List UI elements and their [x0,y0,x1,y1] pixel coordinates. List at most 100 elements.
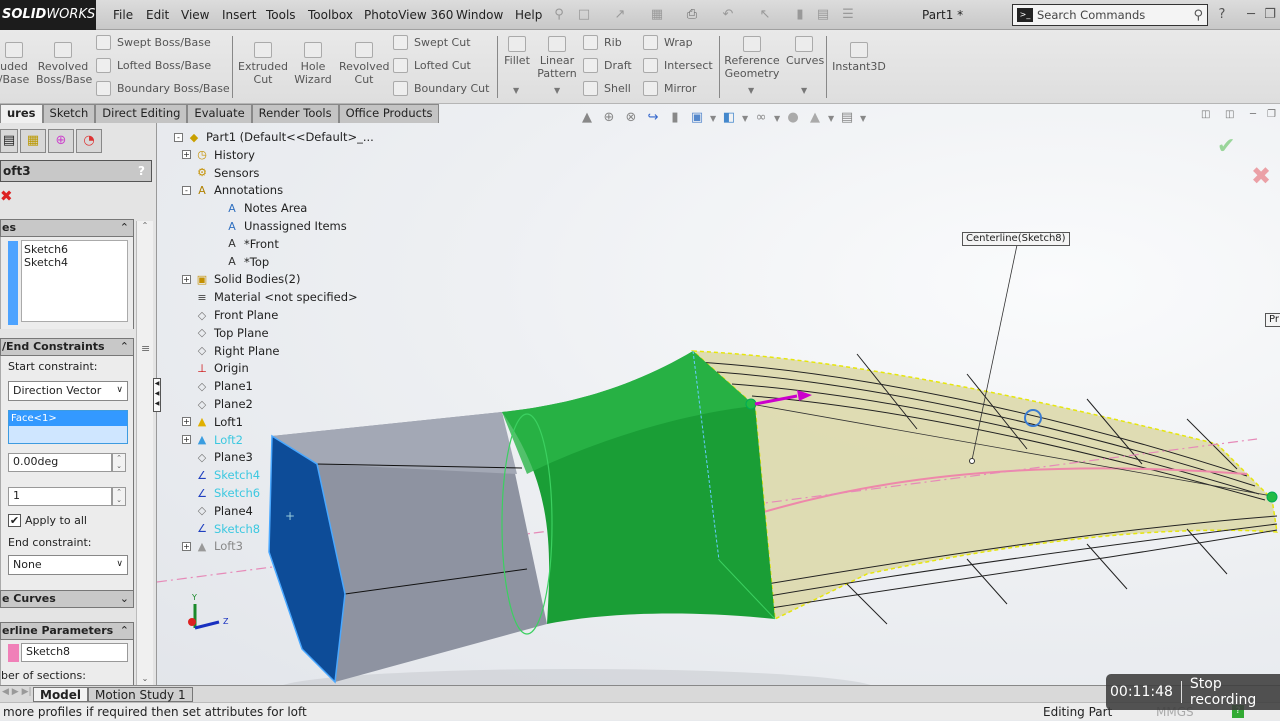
tree-node[interactable]: + ▲ Loft3 [182,537,243,555]
lofted-cut-button[interactable]: Lofted Cut [393,56,471,74]
scroll-up-icon[interactable]: ⌃ [137,221,153,230]
swept-boss-button[interactable]: Swept Boss/Base [96,33,211,51]
expand-icon[interactable]: ⌄ [120,591,129,607]
dropdown-caret[interactable]: ▼ [774,114,780,123]
tree-node[interactable]: - A Annotations [182,181,283,199]
menu-file[interactable]: File [113,0,133,30]
draft-button[interactable]: Draft [583,56,632,74]
split-view-icon[interactable]: ◫ [1201,109,1210,120]
face-selection-box[interactable]: Face<1> [8,410,128,444]
tab-office-products[interactable]: Office Products [338,104,440,123]
collapse-icon[interactable]: ⌃ [120,623,129,639]
search-icon[interactable]: ⚲ [1193,8,1203,23]
rebuild-icon[interactable]: ▮ [792,6,808,23]
end-handle[interactable] [1266,491,1278,503]
tab-motion-study[interactable]: Motion Study 1 [88,687,193,702]
cancel-icon[interactable]: ✖ [0,187,13,205]
section-view-icon[interactable]: ▮ [666,110,684,126]
profile-item[interactable]: Sketch6 [24,243,125,256]
tree-node[interactable]: A *Front [212,235,279,253]
selected-face[interactable]: Face<1> [9,411,127,426]
expand-icon[interactable]: + [182,274,191,284]
draft-angle-input[interactable]: 0.00deg [8,453,112,472]
tree-node[interactable]: A Unassigned Items [212,217,347,235]
extruded-boss-button[interactable]: uded /Base [0,42,34,86]
centerline-group-header[interactable]: erline Parameters ⌃ [0,622,134,640]
mirror-button[interactable]: Mirror [643,79,696,97]
view-restore-icon[interactable]: ❐ [1267,109,1276,120]
tree-node[interactable]: + ▲ Loft1 [182,413,243,431]
tree-node[interactable]: ◇ Right Plane [182,342,280,360]
menu-help[interactable]: Help [515,0,542,30]
expand-icon[interactable]: + [182,417,191,427]
hole-wizard-button[interactable]: Hole Wizard [292,42,334,86]
angle-spinner[interactable]: ⌃ ⌄ [112,453,126,472]
tab-scroll-arrows[interactable]: ◀ ▶ ▶| [2,687,32,697]
tab-direct-editing[interactable]: Direct Editing [95,104,188,123]
graphics-area[interactable]: + Y Z Centerline(Sketch8) Pr ✔ ✖ ◫ ◫ ─ ❐ [157,104,1280,704]
extruded-cut-button[interactable]: Extruded Cut [238,42,288,86]
profile-item[interactable]: Sketch4 [24,256,125,269]
file-properties-icon[interactable]: ▤ [815,6,831,23]
tree-node[interactable]: A *Top [212,253,269,271]
revolved-boss-button[interactable]: Revolved Boss/Base [36,42,92,86]
menu-tools[interactable]: Tools [266,0,296,30]
restore-icon[interactable]: ❐ [1262,6,1278,23]
model-view[interactable]: + Y Z [157,104,1280,704]
reference-geometry-dropdown[interactable]: ▼ [748,86,754,95]
tree-node[interactable]: ⚙ Sensors [182,164,259,182]
zoom-to-fit-icon[interactable]: ⊕ [600,110,618,126]
dropdown-caret[interactable]: ▼ [828,114,834,123]
boundary-cut-button[interactable]: Boundary Cut [393,79,489,97]
tree-node[interactable]: - ◆ Part1 (Default<<Default>_... [174,128,374,146]
expand-icon[interactable]: + [182,150,191,160]
shell-button[interactable]: Shell [583,79,631,97]
menu-edit[interactable]: Edit [146,0,169,30]
tree-node[interactable]: ◇ Plane4 [182,502,253,520]
hide-show-icon[interactable]: ∞ [752,110,770,126]
cancel-x-icon[interactable]: ✖ [1251,162,1271,190]
view-orientation-icon[interactable]: ▣ [688,110,706,126]
search-commands[interactable]: >_ Search Commands ⚲ [1012,4,1208,26]
curves-dropdown[interactable]: ▼ [801,86,807,95]
tree-node[interactable]: ∠ Sketch6 [182,484,260,502]
instant3d-button[interactable]: Instant3D [832,42,886,73]
tree-node[interactable]: ≡ Material <not specified> [182,288,357,306]
ok-check-icon[interactable]: ✔ [1217,134,1235,159]
tree-node[interactable]: A Notes Area [212,199,307,217]
minimize-icon[interactable]: ─ [1243,6,1259,23]
checkbox-checked-icon[interactable]: ✔ [8,514,21,527]
pin-icon[interactable]: ⚲ [551,6,567,23]
tab-model[interactable]: Model [33,687,89,702]
curves-button[interactable]: Curves [786,36,824,67]
linear-pattern-dropdown[interactable]: ▼ [554,86,560,95]
end-constraint-select[interactable]: None ∨ [8,555,128,575]
split-view2-icon[interactable]: ◫ [1225,109,1234,120]
reference-geometry-button[interactable]: Reference Geometry [724,36,780,80]
open-icon[interactable]: ↗ [612,6,628,23]
tree-node[interactable]: ◇ Plane1 [182,377,253,395]
view-minimize-icon[interactable]: ─ [1250,109,1256,120]
menu-photoview[interactable]: PhotoView 360 [364,0,453,30]
configuration-manager-tab[interactable]: ▦ [20,129,46,153]
save-icon[interactable]: ▦ [649,6,665,23]
property-manager-tab[interactable]: ▤ [0,129,18,153]
tab-evaluate[interactable]: Evaluate [187,104,252,123]
collapse-icon[interactable]: ⌃ [120,339,129,355]
menu-view[interactable]: View [181,0,209,30]
tree-node[interactable]: ∠ Sketch8 [182,520,260,538]
previous-view-arrow-icon[interactable]: ↪ [644,110,662,126]
wrap-button[interactable]: Wrap [643,33,693,51]
collapse-icon[interactable]: - [182,185,191,195]
guide-curves-group-header[interactable]: e Curves ⌄ [0,590,134,608]
print-icon[interactable]: ⎙ [684,6,700,23]
dropdown-caret[interactable]: ▼ [742,114,748,123]
tree-node[interactable]: ∠ Sketch4 [182,466,260,484]
tab-render-tools[interactable]: Render Tools [251,104,339,123]
view-settings-icon[interactable]: ▤ [838,110,856,126]
length-spinner[interactable]: ⌃ ⌄ [112,487,126,506]
help-button[interactable]: ? [138,161,145,181]
menu-toolbox[interactable]: Toolbox [308,0,353,30]
profiles-group-header[interactable]: es ⌃ [0,219,134,237]
appearance-icon[interactable]: ● [784,110,802,126]
